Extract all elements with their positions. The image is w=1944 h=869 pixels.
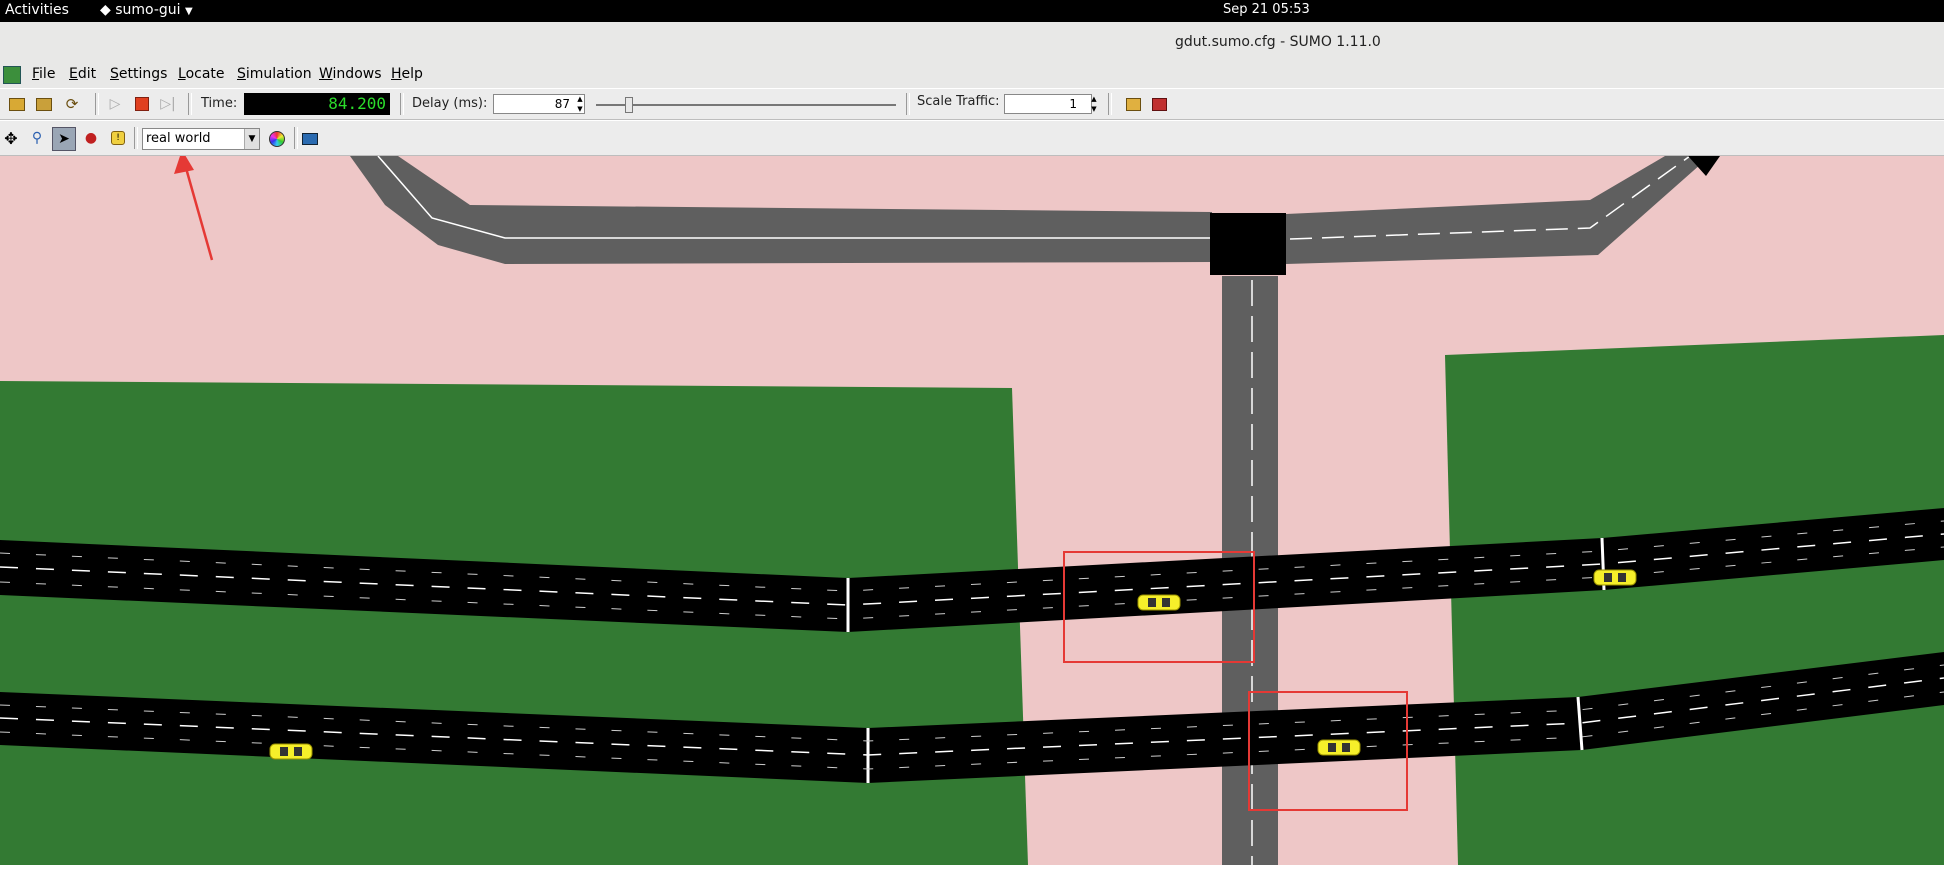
scheme-value: real world <box>146 131 211 146</box>
select-icon: ➤ <box>58 131 70 147</box>
vehicle[interactable] <box>1593 569 1637 586</box>
delay-slider[interactable] <box>596 97 896 113</box>
menu-bar: File Edit Settings Locate Simulation Win… <box>0 64 1944 88</box>
simulation-canvas[interactable] <box>0 150 1944 865</box>
reload-icon: ⟳ <box>65 95 79 113</box>
simulation-time-display: 84.200 <box>244 93 390 115</box>
window-icon <box>1125 97 1141 111</box>
toolbar-separator <box>400 93 404 115</box>
vehicle[interactable] <box>1137 594 1181 611</box>
toolbar-separator <box>906 93 910 115</box>
menu-settings[interactable]: Settings <box>110 66 167 82</box>
app-menu-button[interactable]: ◆ sumo-gui ▼ <box>100 2 193 18</box>
reload-button[interactable]: ⟳ <box>61 93 83 115</box>
network-view[interactable] <box>0 150 1944 865</box>
stop-button[interactable] <box>131 93 153 115</box>
activities-button[interactable]: Activities <box>5 2 69 18</box>
toolbar-separator <box>134 127 138 149</box>
delay-spinner[interactable]: ▲ ▼ <box>574 94 586 114</box>
app-gear-icon: ◆ <box>100 2 111 18</box>
chevron-down-icon: ▼ <box>244 129 259 149</box>
menu-help[interactable]: Help <box>391 66 423 82</box>
folder-open-icon <box>9 97 25 111</box>
step-button[interactable]: ▷| <box>157 93 179 115</box>
toolbar-separator <box>294 127 298 149</box>
inspect-button[interactable]: ● <box>80 127 102 149</box>
delay-slider-thumb[interactable] <box>625 97 633 113</box>
run-button[interactable]: ▷ <box>104 93 126 115</box>
menu-file[interactable]: File <box>32 66 55 82</box>
play-icon: ▷ <box>109 96 121 112</box>
app-icon <box>3 66 21 84</box>
view-toolbar: ✥ ⚲ ➤ ● ! real world ▼ <box>0 121 1944 156</box>
vehicle[interactable] <box>269 743 313 760</box>
chevron-down-icon: ▼ <box>185 6 193 17</box>
open-simulation-button[interactable] <box>6 93 28 115</box>
locate-button[interactable]: ⚲ <box>26 127 48 149</box>
clock[interactable]: Sep 21 05:53 <box>1223 2 1310 17</box>
recenter-view-button[interactable]: ✥ <box>0 127 22 149</box>
scale-traffic-input[interactable]: 1 <box>1004 94 1092 114</box>
time-label: Time: <box>201 96 238 111</box>
new-3d-view-button[interactable] <box>1148 93 1170 115</box>
toolbar-separator <box>188 93 192 115</box>
toolbar-separator <box>95 93 99 115</box>
scale-traffic-spinner[interactable]: ▲ ▼ <box>1088 94 1100 114</box>
menu-locate[interactable]: Locate <box>178 66 225 82</box>
delay-slider-track <box>596 104 896 106</box>
system-top-bar: Activities ◆ sumo-gui ▼ Sep 21 05:53 <box>0 0 1944 22</box>
inspect-icon: ● <box>84 130 98 146</box>
app-menu-label: sumo-gui <box>115 2 181 18</box>
delay-input[interactable]: 87 <box>493 94 585 114</box>
simulation-toolbar: ⟳ ▷ ▷| Time: 84.200 Delay (ms): 87 ▲ ▼ Sc… <box>0 88 1944 120</box>
edit-coloring-button[interactable] <box>266 128 288 150</box>
recenter-icon: ✥ <box>4 128 18 148</box>
visualization-scheme-select[interactable]: real world ▼ <box>142 128 260 150</box>
color-wheel-icon <box>269 131 285 147</box>
menu-simulation[interactable]: Simulation <box>237 66 312 82</box>
camera-icon <box>302 133 318 145</box>
stop-icon <box>135 97 149 111</box>
screenshot-button[interactable] <box>299 128 321 150</box>
magnifier-icon: ⚲ <box>31 130 43 146</box>
vehicle[interactable] <box>1317 739 1361 756</box>
menu-edit[interactable]: Edit <box>69 66 96 82</box>
toolbar-separator <box>1108 93 1112 115</box>
info-icon: ! <box>111 131 125 145</box>
select-mode-button[interactable]: ➤ <box>52 127 76 151</box>
info-button[interactable]: ! <box>107 127 129 149</box>
3d-view-icon <box>1151 97 1167 111</box>
window-titlebar[interactable]: gdut.sumo.cfg - SUMO 1.11.0 <box>0 22 1944 64</box>
open-network-button[interactable] <box>33 93 55 115</box>
window-title: gdut.sumo.cfg - SUMO 1.11.0 <box>1175 34 1381 50</box>
new-view-button[interactable] <box>1122 93 1144 115</box>
menu-windows[interactable]: Windows <box>319 66 382 82</box>
scale-traffic-label: Scale Traffic: <box>917 94 1000 109</box>
delay-label: Delay (ms): <box>412 96 488 111</box>
step-icon: ▷| <box>160 96 176 112</box>
junction <box>1210 213 1286 275</box>
grass-area-right <box>1445 335 1944 865</box>
folder-network-icon <box>36 97 52 111</box>
